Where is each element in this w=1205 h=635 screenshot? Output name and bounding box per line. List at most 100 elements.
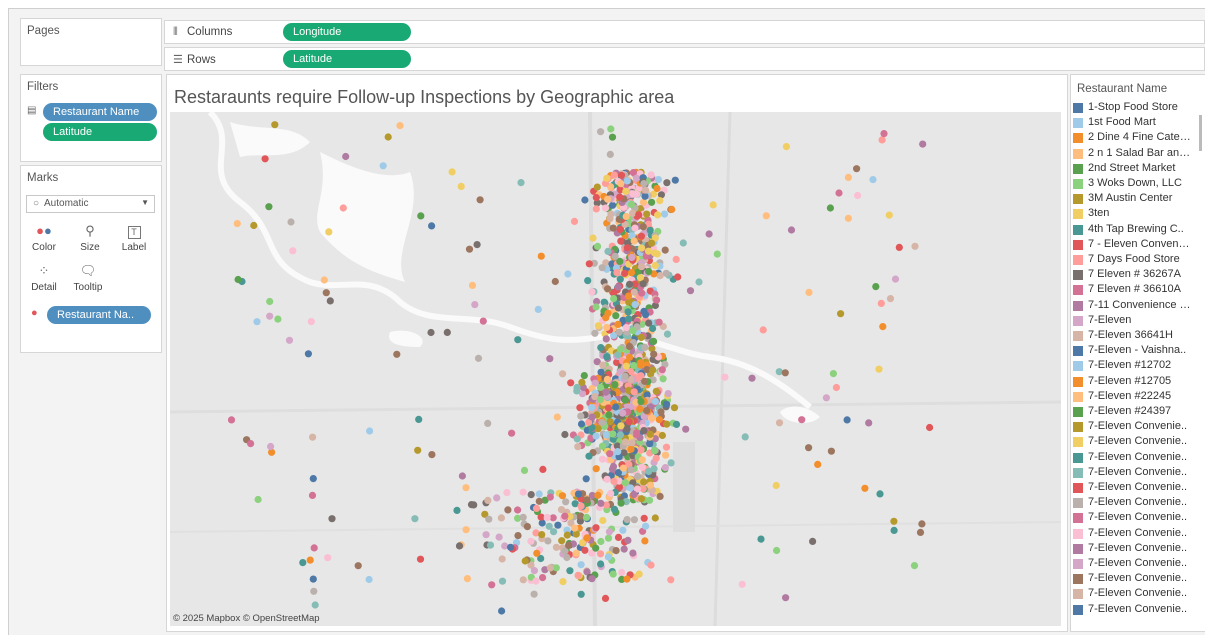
restaurant-point[interactable] xyxy=(507,543,515,551)
restaurant-point[interactable] xyxy=(625,342,634,351)
restaurant-point[interactable] xyxy=(616,193,624,201)
restaurant-point[interactable] xyxy=(647,171,655,179)
restaurant-point[interactable] xyxy=(631,301,639,309)
restaurant-point[interactable] xyxy=(667,459,675,467)
restaurant-point[interactable] xyxy=(592,303,600,311)
restaurant-point[interactable] xyxy=(638,463,646,471)
restaurant-point[interactable] xyxy=(895,243,903,251)
restaurant-point[interactable] xyxy=(476,196,484,204)
restaurant-point[interactable] xyxy=(565,541,573,549)
restaurant-point[interactable] xyxy=(844,173,853,181)
restaurant-point[interactable] xyxy=(563,531,571,539)
restaurant-point[interactable] xyxy=(643,210,651,218)
restaurant-point[interactable] xyxy=(602,431,610,439)
restaurant-point[interactable] xyxy=(612,403,620,411)
restaurant-point[interactable] xyxy=(641,377,649,385)
restaurant-point[interactable] xyxy=(287,218,295,226)
restaurant-point[interactable] xyxy=(607,125,615,133)
restaurant-point[interactable] xyxy=(546,493,554,501)
restaurant-point[interactable] xyxy=(642,522,650,530)
restaurant-point[interactable] xyxy=(652,454,660,462)
restaurant-point[interactable] xyxy=(661,246,669,254)
restaurant-point[interactable] xyxy=(663,179,671,187)
restaurant-point[interactable] xyxy=(891,275,900,283)
restaurant-point[interactable] xyxy=(695,278,703,286)
restaurant-point[interactable] xyxy=(594,491,602,499)
restaurant-point[interactable] xyxy=(514,336,522,344)
mark-type-dropdown[interactable]: ○ Automatic ▼ xyxy=(26,195,155,213)
restaurant-point[interactable] xyxy=(325,228,333,236)
restaurant-point[interactable] xyxy=(827,447,836,455)
restaurant-point[interactable] xyxy=(546,355,554,363)
restaurant-point[interactable] xyxy=(250,221,258,230)
restaurant-point[interactable] xyxy=(630,490,638,499)
restaurant-point[interactable] xyxy=(527,491,535,499)
restaurant-point[interactable] xyxy=(637,446,645,454)
restaurant-point[interactable] xyxy=(554,521,562,529)
restaurant-point[interactable] xyxy=(530,567,538,575)
restaurant-point[interactable] xyxy=(320,276,328,284)
restaurant-point[interactable] xyxy=(342,152,350,161)
restaurant-point[interactable] xyxy=(588,404,596,412)
restaurant-point[interactable] xyxy=(638,456,646,464)
restaurant-point[interactable] xyxy=(603,353,611,361)
restaurant-point[interactable] xyxy=(581,546,589,554)
restaurant-point[interactable] xyxy=(621,269,629,277)
restaurant-point[interactable] xyxy=(592,465,600,473)
restaurant-point[interactable] xyxy=(519,488,527,496)
restaurant-point[interactable] xyxy=(782,143,791,151)
restaurant-point[interactable] xyxy=(598,455,607,463)
restaurant-point[interactable] xyxy=(254,495,262,504)
restaurant-point[interactable] xyxy=(285,336,294,344)
restaurant-point[interactable] xyxy=(640,478,648,486)
restaurant-point[interactable] xyxy=(713,250,721,258)
restaurant-point[interactable] xyxy=(562,498,570,506)
restaurant-point[interactable] xyxy=(623,425,631,433)
restaurant-point[interactable] xyxy=(488,581,496,589)
restaurant-point[interactable] xyxy=(645,267,653,276)
map-canvas[interactable]: © 2025 Mapbox © OpenStreetMap xyxy=(170,112,1061,626)
restaurant-point[interactable] xyxy=(614,304,622,312)
restaurant-point[interactable] xyxy=(598,442,607,450)
restaurant-point[interactable] xyxy=(593,183,601,191)
restaurant-point[interactable] xyxy=(672,420,681,428)
restaurant-point[interactable] xyxy=(617,422,625,430)
restaurant-point[interactable] xyxy=(651,261,659,270)
restaurant-point[interactable] xyxy=(781,369,789,377)
restaurant-point[interactable] xyxy=(471,301,479,309)
restaurant-point[interactable] xyxy=(612,547,620,555)
restaurant-point[interactable] xyxy=(653,184,661,193)
restaurant-point[interactable] xyxy=(649,324,657,333)
restaurant-point[interactable] xyxy=(646,496,654,504)
restaurant-point[interactable] xyxy=(310,544,318,552)
restaurant-point[interactable] xyxy=(604,195,612,203)
restaurant-point[interactable] xyxy=(630,237,638,245)
restaurant-point[interactable] xyxy=(596,550,605,558)
restaurant-point[interactable] xyxy=(628,439,636,447)
restaurant-point[interactable] xyxy=(571,524,579,532)
restaurant-point[interactable] xyxy=(775,419,784,427)
restaurant-point[interactable] xyxy=(686,287,695,295)
restaurant-point[interactable] xyxy=(545,522,553,530)
restaurant-point[interactable] xyxy=(580,372,588,380)
restaurant-point[interactable] xyxy=(639,198,648,206)
restaurant-point[interactable] xyxy=(589,234,597,242)
restaurant-point[interactable] xyxy=(527,537,535,545)
restaurant-point[interactable] xyxy=(582,475,590,483)
restaurant-point[interactable] xyxy=(538,531,546,539)
restaurant-point[interactable] xyxy=(668,205,676,213)
restaurant-point[interactable] xyxy=(448,168,456,176)
restaurant-point[interactable] xyxy=(614,448,622,456)
restaurant-point[interactable] xyxy=(498,577,507,585)
restaurant-point[interactable] xyxy=(650,337,658,345)
restaurant-point[interactable] xyxy=(605,528,613,536)
restaurant-point[interactable] xyxy=(484,496,492,504)
restaurant-point[interactable] xyxy=(474,354,483,362)
restaurant-point[interactable] xyxy=(610,477,618,485)
restaurant-point[interactable] xyxy=(656,492,664,500)
restaurant-point[interactable] xyxy=(597,537,605,546)
restaurant-point[interactable] xyxy=(623,244,631,252)
restaurant-point[interactable] xyxy=(324,554,332,562)
restaurant-point[interactable] xyxy=(601,594,610,602)
restaurant-point[interactable] xyxy=(614,320,622,328)
